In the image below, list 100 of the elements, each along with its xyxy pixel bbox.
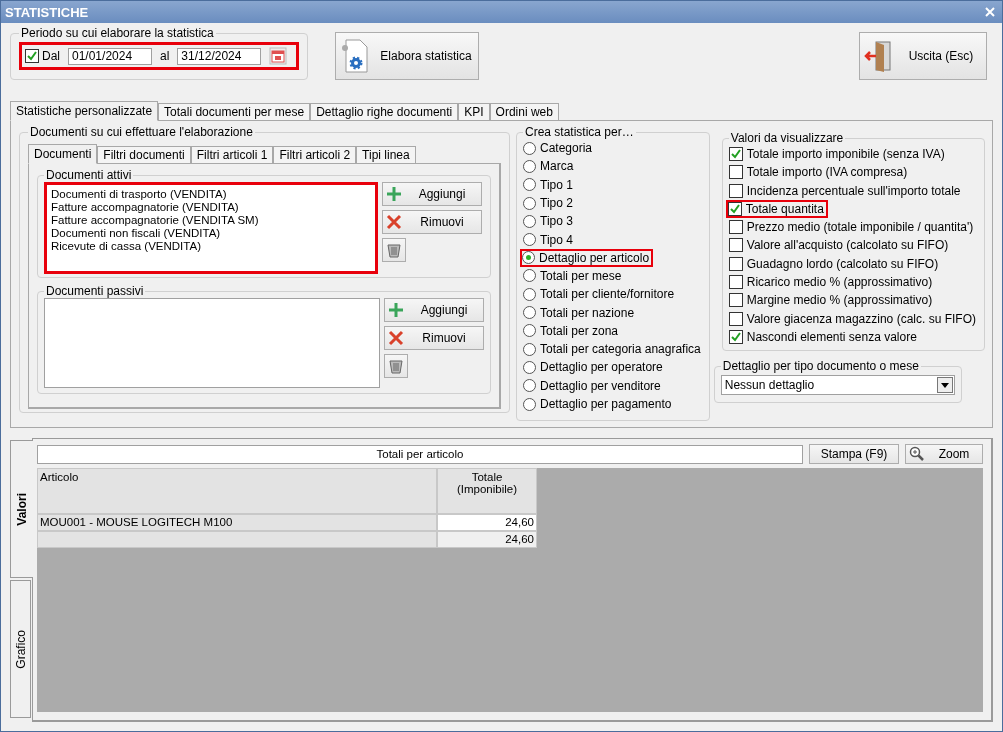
plus-icon [388, 302, 404, 318]
checkbox[interactable] [727, 201, 742, 216]
radio-option[interactable]: Categoria [523, 139, 595, 158]
radio-option[interactable]: Totali per mese [523, 266, 624, 286]
radio-button[interactable] [523, 159, 536, 173]
radio-button[interactable] [523, 214, 536, 228]
tab[interactable]: Tipi linea [356, 146, 416, 164]
add-button[interactable]: Aggiungi [384, 298, 484, 322]
list-item[interactable]: Fatture accompagnatorie (VENDITA SM) [51, 214, 371, 227]
radio-button[interactable] [523, 233, 536, 247]
checkbox[interactable] [728, 311, 743, 326]
radio-option[interactable]: Dettaglio per articolo [520, 248, 654, 267]
checkbox-option[interactable]: Valore all'acquisto (calcolato su FIFO) [728, 236, 951, 255]
date-label: al [160, 49, 170, 63]
radio-option[interactable]: Tipo 1 [523, 175, 575, 194]
list-item[interactable]: Documenti non fiscali (VENDITA) [51, 227, 371, 240]
radio-option[interactable]: Totali per zona [523, 321, 621, 340]
radio-option[interactable]: Tipo 2 [523, 193, 575, 213]
table-cell: 24,60 [437, 514, 537, 531]
radio-button[interactable] [522, 251, 535, 265]
radio-option[interactable]: Dettaglio per operatore [523, 358, 665, 377]
detail-dropdown[interactable]: Nessun dettaglio [720, 375, 955, 395]
checkbox[interactable] [728, 238, 743, 253]
side-tab[interactable]: Grafico [10, 580, 31, 718]
checkbox-option[interactable]: Prezzo medio (totale imponibile / quantita') [728, 217, 976, 237]
list-item[interactable]: Documenti di trasporto (VENDITA) [51, 188, 371, 201]
checkbox-option[interactable]: Totale importo imponibile (senza IVA) [728, 145, 947, 164]
checkbox-option[interactable]: Totale quantita [725, 199, 828, 218]
delete-button[interactable] [384, 354, 408, 378]
check-icon [730, 331, 741, 342]
tab[interactable]: Totali documenti per mese [158, 103, 311, 121]
documents-list[interactable] [44, 298, 380, 388]
radio-option[interactable]: Tipo 4 [523, 230, 575, 249]
column-header: Articolo [37, 468, 437, 514]
x-icon [386, 214, 402, 230]
radio-button[interactable] [523, 342, 536, 356]
radio-button[interactable] [523, 141, 536, 155]
print-button[interactable]: Stampa (F9) [809, 444, 899, 464]
radio-option[interactable]: Marca [523, 157, 576, 176]
tab[interactable]: Dettaglio righe documenti [310, 103, 459, 121]
tab[interactable]: Filtri documenti [97, 146, 191, 164]
process-button[interactable]: Elabora statistica [335, 32, 479, 80]
radio-button[interactable] [523, 324, 536, 338]
radio-button[interactable] [523, 360, 536, 374]
checkbox-option[interactable]: Totale importo (IVA compresa) [728, 163, 910, 182]
checkbox[interactable] [728, 274, 743, 289]
checkbox-option[interactable]: Margine medio % (approssimativo) [728, 291, 935, 310]
tab[interactable]: Filtri articoli 1 [190, 146, 274, 164]
radio-button[interactable] [523, 287, 536, 301]
group-label: Documenti su cui effettuare l'elaborazione [29, 125, 254, 139]
checkbox[interactable] [728, 165, 743, 180]
checkbox[interactable] [728, 329, 743, 344]
radio-button[interactable] [523, 397, 536, 411]
checkbox[interactable] [25, 49, 39, 63]
radio-button[interactable] [523, 306, 536, 319]
radio-option[interactable]: Dettaglio per venditore [523, 376, 663, 395]
checkbox[interactable] [728, 220, 743, 235]
checkbox-option[interactable]: Valore giacenza magazzino (calc. su FIFO) [728, 309, 978, 328]
radio-option[interactable]: Totali per categoria anagrafica [523, 339, 703, 359]
column-header: Totale (Imponibile) [437, 468, 537, 514]
radio-option[interactable]: Totali per nazione [523, 303, 637, 322]
side-tab[interactable]: Valori [10, 440, 33, 578]
date-field[interactable]: 01/01/2024 [68, 47, 152, 65]
radio-button[interactable] [523, 196, 536, 210]
date-field[interactable]: 31/12/2024 [177, 47, 262, 65]
group-label: Valori da visualizzare [729, 131, 845, 145]
remove-button[interactable]: Rimuovi [384, 326, 484, 350]
remove-button[interactable]: Rimuovi [382, 210, 482, 234]
group-label: Documenti passivi [45, 284, 145, 298]
checkbox[interactable] [728, 256, 743, 271]
radio-option[interactable]: Totali per cliente/fornitore [523, 285, 677, 304]
radio-option[interactable]: Tipo 3 [523, 212, 575, 231]
list-item[interactable]: Fatture accompagnatorie (VENDITA) [51, 201, 371, 214]
list-item[interactable]: Ricevute di cassa (VENDITA) [51, 240, 371, 253]
tab[interactable]: Documenti [28, 144, 98, 164]
checkbox[interactable] [728, 183, 743, 198]
checkbox-option[interactable]: Guadagno lordo (calcolato su FIFO) [728, 254, 941, 273]
checkbox[interactable] [728, 293, 743, 308]
zoom-icon [909, 446, 925, 462]
checkbox-option[interactable]: Nascondi elementi senza valore [728, 327, 919, 346]
tab[interactable]: Statistiche personalizzate [10, 101, 159, 121]
calendar-icon[interactable] [269, 47, 288, 65]
check-icon [730, 149, 741, 160]
checkbox-option[interactable]: Incidenza percentuale sull'importo totale [728, 181, 963, 200]
trash-icon [388, 358, 404, 374]
delete-button[interactable] [382, 238, 406, 262]
tab[interactable]: Filtri articoli 2 [273, 146, 357, 164]
tab[interactable]: KPI [458, 103, 490, 121]
documents-list[interactable]: Documenti di trasporto (VENDITA) Fatture accompagnatorie (VENDITA) Fatture accompagnatorie (VENDITA SM) Documenti non fiscali (VENDITA) Ricevute di cassa (VENDITA) [44, 182, 378, 274]
checkbox[interactable] [728, 147, 743, 162]
checkbox-option[interactable]: Ricarico medio % (approssimativo) [728, 272, 935, 292]
tab[interactable]: Ordini web [489, 103, 559, 121]
radio-button[interactable] [523, 269, 536, 283]
radio-button[interactable] [523, 178, 536, 192]
radio-button[interactable] [523, 379, 536, 393]
radio-option[interactable]: Dettaglio per pagamento [523, 394, 674, 414]
zoom-button[interactable]: Zoom [905, 444, 983, 464]
checkbox-label: Dal [42, 49, 60, 63]
add-button[interactable]: Aggiungi [382, 182, 482, 206]
exit-button[interactable]: Uscita (Esc) [859, 32, 987, 80]
